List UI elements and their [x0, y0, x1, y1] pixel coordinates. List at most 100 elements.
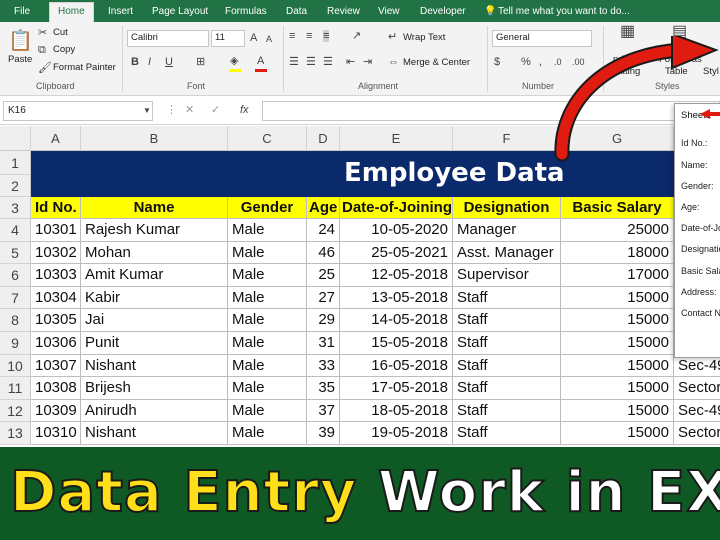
select-all-corner[interactable]: [0, 126, 31, 151]
align-bottom-icon[interactable]: ≡: [323, 30, 330, 42]
cell-gender[interactable]: Male: [228, 241, 307, 265]
cell-age[interactable]: 39: [307, 422, 340, 445]
cell-address[interactable]: Sec-49: [674, 400, 720, 423]
cell-salary[interactable]: 15000: [561, 286, 674, 310]
cell-designation[interactable]: Manager: [453, 219, 561, 242]
cell-doj[interactable]: 10-05-2020: [340, 219, 453, 242]
row-header[interactable]: 7: [0, 286, 31, 310]
align-top-icon[interactable]: ≡: [289, 30, 295, 42]
cell-id[interactable]: 10304: [31, 286, 81, 310]
cell-designation[interactable]: Staff: [453, 354, 561, 378]
cell-doj[interactable]: 19-05-2018: [340, 422, 453, 445]
cell-doj[interactable]: 12-05-2018: [340, 264, 453, 287]
cell-age[interactable]: 33: [307, 354, 340, 378]
paste-icon[interactable]: 📋: [8, 28, 33, 54]
tab-view[interactable]: View: [378, 3, 400, 22]
cell-age[interactable]: 24: [307, 219, 340, 242]
cell-name[interactable]: Amit Kumar: [81, 264, 228, 287]
cancel-entry-icon[interactable]: ✕: [185, 104, 194, 116]
cell-designation[interactable]: Supervisor: [453, 264, 561, 287]
row-header[interactable]: 13: [0, 422, 31, 445]
header-cell-gender[interactable]: Gender: [228, 197, 307, 219]
header-cell-salary[interactable]: Basic Salary: [561, 197, 674, 219]
tab-data[interactable]: Data: [286, 3, 307, 22]
orientation-icon[interactable]: ↗: [352, 30, 361, 42]
cell-age[interactable]: 31: [307, 332, 340, 355]
cell-doj[interactable]: 13-05-2018: [340, 286, 453, 310]
row-header[interactable]: 12: [0, 399, 31, 423]
currency-icon[interactable]: $: [494, 56, 500, 68]
column-header-c[interactable]: C: [228, 126, 307, 151]
tell-me-search[interactable]: Tell me what you want to do...: [498, 3, 630, 22]
tab-insert[interactable]: Insert: [108, 3, 133, 22]
cell-salary[interactable]: 15000: [561, 399, 674, 423]
cell-id[interactable]: 10303: [31, 264, 81, 287]
cell-name[interactable]: Nishant: [81, 354, 228, 378]
header-cell-age[interactable]: Age: [307, 197, 340, 219]
cell-id[interactable]: 10301: [31, 219, 81, 242]
paste-button[interactable]: Paste: [8, 54, 32, 65]
tab-home[interactable]: Home: [49, 2, 94, 22]
header-cell-designation[interactable]: Designation: [453, 197, 561, 219]
cell-name[interactable]: Jai: [81, 309, 228, 332]
cell-address[interactable]: Sector-: [674, 422, 720, 445]
cell-doj[interactable]: 16-05-2018: [340, 354, 453, 378]
column-header-b[interactable]: B: [81, 126, 228, 151]
cell-doj[interactable]: 15-05-2018: [340, 332, 453, 355]
cell-salary[interactable]: 25000: [561, 219, 674, 242]
row-header[interactable]: 10: [0, 354, 31, 378]
cell-age[interactable]: 29: [307, 309, 340, 332]
cell-id[interactable]: 10305: [31, 309, 81, 332]
cell-name[interactable]: Nishant: [81, 422, 228, 445]
cell-name[interactable]: Rajesh Kumar: [81, 219, 228, 242]
cell-gender[interactable]: Male: [228, 377, 307, 400]
row-header[interactable]: 6: [0, 264, 31, 287]
align-right-icon[interactable]: ☰: [323, 56, 333, 68]
cut-button[interactable]: Cut: [53, 27, 68, 38]
cell-gender[interactable]: Male: [228, 286, 307, 310]
cell-gender[interactable]: Male: [228, 354, 307, 378]
column-header-e[interactable]: E: [340, 126, 453, 151]
cell-doj[interactable]: 25-05-2021: [340, 241, 453, 265]
cell-address[interactable]: Sector-: [674, 377, 720, 400]
cell-id[interactable]: 10308: [31, 377, 81, 400]
cell-designation[interactable]: Staff: [453, 377, 561, 400]
copy-button[interactable]: Copy: [53, 44, 75, 55]
cell-salary[interactable]: 15000: [561, 377, 674, 400]
row-header[interactable]: 4: [0, 219, 31, 242]
cell-id[interactable]: 10310: [31, 422, 81, 445]
font-size-select[interactable]: 11: [211, 30, 245, 47]
decrease-font-icon[interactable]: A: [266, 33, 272, 45]
column-header-a[interactable]: A: [31, 126, 81, 151]
cell-age[interactable]: 35: [307, 377, 340, 400]
italic-button[interactable]: I: [148, 56, 151, 68]
font-color-icon[interactable]: A: [257, 55, 264, 67]
cell-id[interactable]: 10306: [31, 332, 81, 355]
cell-salary[interactable]: 18000: [561, 241, 674, 265]
cell-gender[interactable]: Male: [228, 332, 307, 355]
format-painter-button[interactable]: Format Painter: [53, 62, 116, 73]
row-header[interactable]: 11: [0, 377, 31, 400]
underline-button[interactable]: U: [165, 56, 173, 68]
cell-name[interactable]: Mohan: [81, 241, 228, 265]
row-header[interactable]: 2: [0, 175, 31, 197]
name-box-dropdown-icon[interactable]: ▼: [143, 105, 151, 117]
cell-salary[interactable]: 15000: [561, 422, 674, 445]
fill-color-icon[interactable]: ◈: [230, 55, 238, 67]
cell-designation[interactable]: Staff: [453, 399, 561, 423]
increase-indent-icon[interactable]: ⇥: [363, 56, 372, 68]
cell-age[interactable]: 25: [307, 264, 340, 287]
cell-designation[interactable]: Staff: [453, 309, 561, 332]
name-box[interactable]: K16: [3, 101, 153, 121]
decrease-indent-icon[interactable]: ⇤: [346, 56, 355, 68]
insert-function-button[interactable]: fx: [240, 104, 249, 116]
cell-age[interactable]: 27: [307, 286, 340, 310]
cell-name[interactable]: Brijesh: [81, 377, 228, 400]
row-header[interactable]: 9: [0, 332, 31, 355]
tab-page-layout[interactable]: Page Layout: [152, 3, 208, 22]
cell-gender[interactable]: Male: [228, 309, 307, 332]
cell-name[interactable]: Anirudh: [81, 399, 228, 423]
cell-doj[interactable]: 17-05-2018: [340, 377, 453, 400]
tab-review[interactable]: Review: [327, 3, 360, 22]
cell-doj[interactable]: 14-05-2018: [340, 309, 453, 332]
